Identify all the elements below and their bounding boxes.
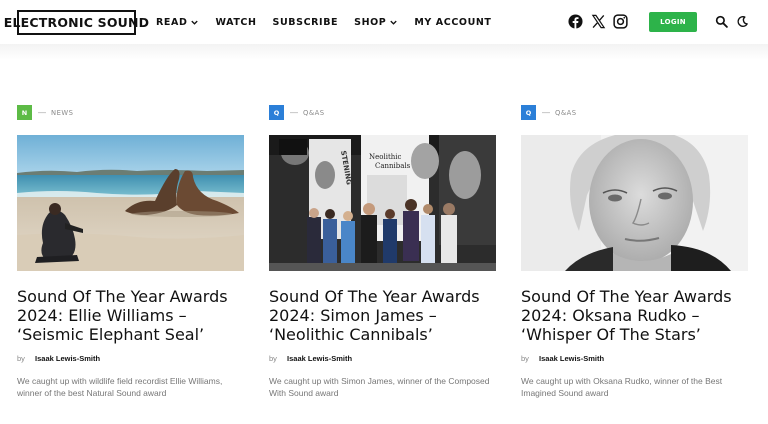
article-image[interactable] (17, 135, 244, 271)
article-excerpt: We caught up with Simon James, winner of… (269, 376, 490, 398)
article-image[interactable] (521, 135, 748, 271)
category-row: Q — Q&AS (269, 105, 496, 120)
elephant-seal-photo (17, 135, 244, 271)
category-badge[interactable]: N (17, 105, 32, 120)
byline-prefix: by (521, 354, 529, 363)
article-card: Q — Q&AS STENING Neolithic Cannibals Sou… (269, 105, 496, 398)
instagram-icon[interactable] (613, 14, 628, 29)
category-link[interactable]: Q&AS (555, 109, 577, 117)
category-separator: — (542, 108, 550, 117)
article-excerpt: We caught up with Oksana Rudko, winner o… (521, 376, 723, 398)
group-exhibition-photo: STENING Neolithic Cannibals (269, 135, 496, 271)
chevron-down-icon (390, 20, 398, 25)
article-excerpt: We caught up with wildlife field recordi… (17, 376, 223, 398)
author-link[interactable]: Isaak Lewis-Smith (287, 354, 352, 363)
exhibit-title-line-1: Neolithic (369, 153, 402, 161)
nav-read[interactable]: READ (156, 17, 199, 28)
site-header: ELECTRONIC SOUND READ WATCH SUBSCRIBE SH… (0, 0, 768, 44)
article-card: Q — Q&AS Sound Of The Year Awards 2024: … (521, 105, 748, 398)
category-row: N — NEWS (17, 105, 244, 120)
byline: by Isaak Lewis-Smith (269, 354, 352, 363)
author-link[interactable]: Isaak Lewis-Smith (35, 354, 100, 363)
article-card: N — NEWS Sound Of The Year Awards 2024: … (17, 105, 244, 398)
chevron-down-icon (191, 20, 199, 25)
category-link[interactable]: Q&AS (303, 109, 325, 117)
article-image[interactable]: STENING Neolithic Cannibals (269, 135, 496, 271)
byline: by Isaak Lewis-Smith (17, 354, 100, 363)
category-separator: — (38, 108, 46, 117)
byline-prefix: by (269, 354, 277, 363)
category-link[interactable]: NEWS (51, 109, 73, 117)
nav-watch-label: WATCH (215, 16, 257, 28)
nav-read-label: READ (156, 16, 188, 28)
category-separator: — (290, 108, 298, 117)
nav-my-account-label: MY ACCOUNT (414, 16, 492, 28)
article-title[interactable]: Sound Of The Year Awards 2024: Ellie Wil… (17, 287, 244, 344)
dark-mode-icon[interactable] (736, 15, 749, 28)
byline: by Isaak Lewis-Smith (521, 354, 604, 363)
nav-watch[interactable]: WATCH (215, 17, 256, 28)
category-row: Q — Q&AS (521, 105, 748, 120)
category-badge[interactable]: Q (521, 105, 536, 120)
nav-subscribe[interactable]: SUBSCRIBE (273, 17, 339, 28)
category-badge[interactable]: Q (269, 105, 284, 120)
search-icon[interactable] (715, 15, 728, 28)
author-link[interactable]: Isaak Lewis-Smith (539, 354, 604, 363)
article-title[interactable]: Sound Of The Year Awards 2024: Oksana Ru… (521, 287, 748, 344)
portrait-photo (521, 135, 748, 271)
exhibit-title-line-2: Cannibals (375, 162, 411, 170)
facebook-icon[interactable] (568, 14, 583, 29)
x-icon[interactable] (591, 14, 606, 29)
nav-subscribe-label: SUBSCRIBE (272, 16, 339, 28)
nav-shop-label: SHOP (354, 16, 387, 28)
site-logo[interactable]: ELECTRONIC SOUND (4, 10, 149, 35)
byline-prefix: by (17, 354, 25, 363)
nav-shop[interactable]: SHOP (354, 17, 398, 28)
main-nav: READ WATCH SUBSCRIBE SHOP MY ACCOUNT (156, 15, 508, 29)
header-shadow (0, 44, 768, 60)
nav-my-account[interactable]: MY ACCOUNT (414, 17, 491, 28)
article-title[interactable]: Sound Of The Year Awards 2024: Simon Jam… (269, 287, 496, 344)
login-button[interactable]: LOGIN (649, 12, 697, 32)
